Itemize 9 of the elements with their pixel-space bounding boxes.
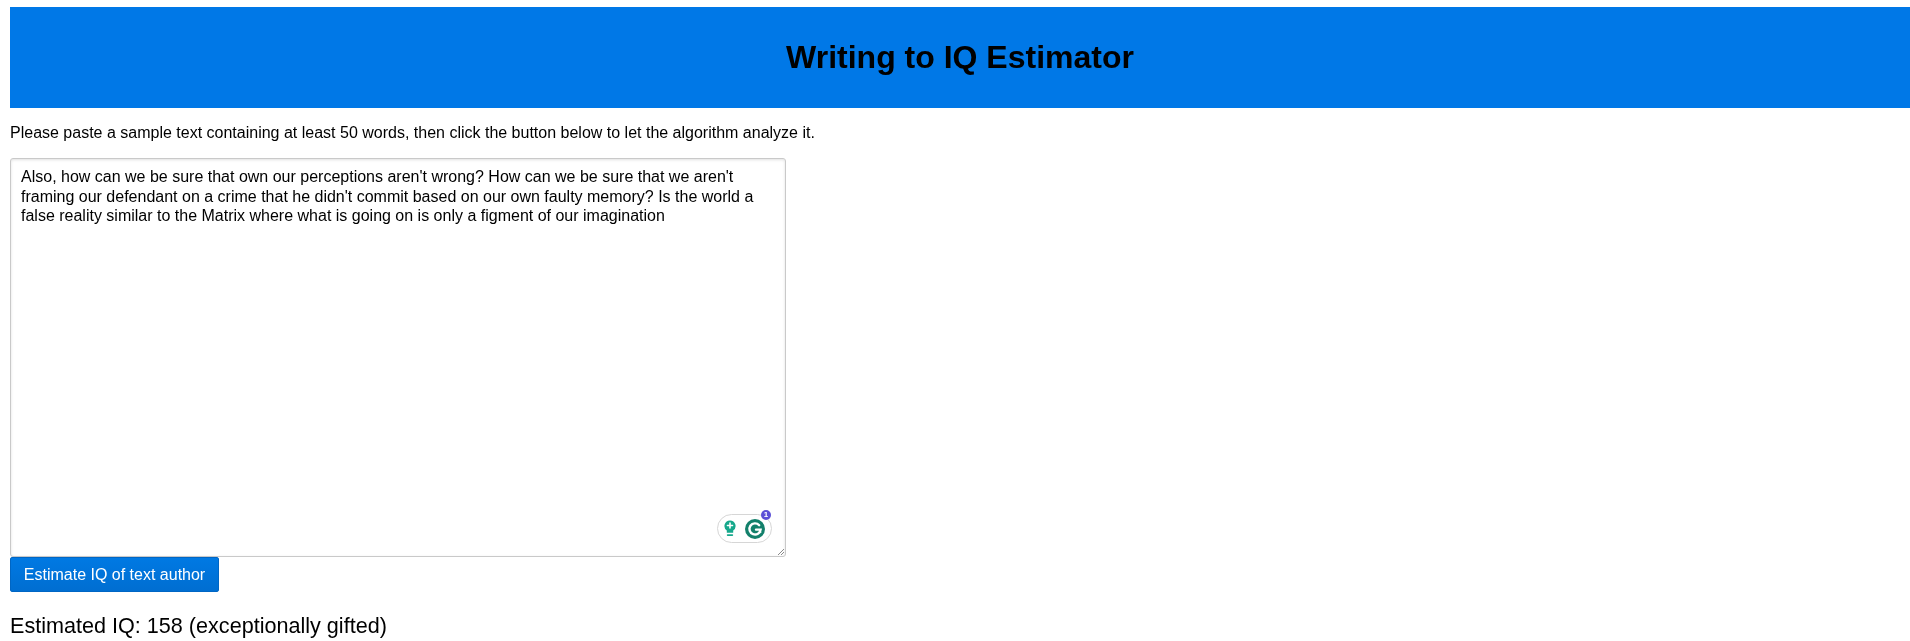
circular-arrow-icon[interactable] xyxy=(745,518,765,539)
notification-badge: 1 xyxy=(761,509,771,520)
estimate-button[interactable]: Estimate IQ of text author xyxy=(10,557,219,592)
resize-handle-icon[interactable] xyxy=(777,548,784,555)
instructions-text: Please paste a sample text containing at least 50 words, then click the button below to let the algorithm analyze it. xyxy=(10,124,816,142)
page-title: Writing to IQ Estimator xyxy=(786,39,1134,76)
result-text: Estimated IQ: 158 (exceptionally gifted) xyxy=(10,613,388,638)
lightbulb-icon[interactable] xyxy=(724,520,736,537)
text-input-field[interactable]: Also, how can we be sure that own our perceptions aren't wrong? How can we be sure that we aren't framing our defendant on a crime that he didn't commit based on our own faulty memory? Is the world a false reality similar to the Matrix where what is going on is only a figment of our imagination 1 xyxy=(10,158,786,557)
